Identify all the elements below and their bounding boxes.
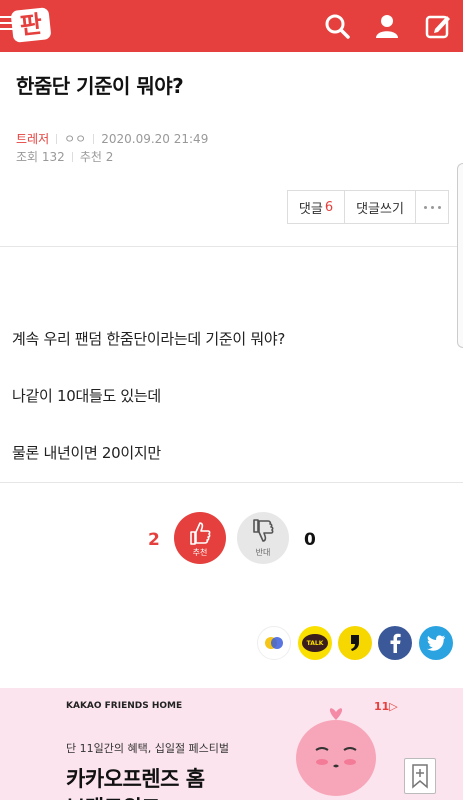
- search-icon[interactable]: [323, 12, 351, 40]
- logo-text: 판: [18, 9, 44, 41]
- recommend-count: 추천 2: [79, 150, 114, 164]
- pann-logo[interactable]: 판: [10, 7, 52, 43]
- kakaotalk-label: TALK: [302, 634, 328, 652]
- share-kakao-comma-icon[interactable]: [338, 626, 372, 660]
- share-twitter-icon[interactable]: [419, 626, 453, 660]
- view-count: 조회 132: [16, 150, 65, 164]
- downvote-count: 0: [304, 530, 316, 550]
- bookmark-add-icon: [412, 764, 428, 789]
- write-comment-label: 댓글쓰기: [356, 201, 404, 217]
- share-kakaostory-icon[interactable]: [257, 626, 291, 660]
- ad-subtitle: 단 11일간의 혜택, 십일절 페스티벌: [66, 742, 230, 755]
- post-title: 한줌단 기준이 뭐야?: [16, 74, 184, 98]
- upvote-button[interactable]: 추천: [174, 512, 226, 564]
- write-post-icon[interactable]: [424, 12, 452, 40]
- body-paragraph: 물론 내년이면 20이지만: [12, 444, 161, 462]
- bookmark-button[interactable]: [404, 758, 436, 794]
- share-facebook-icon[interactable]: [378, 626, 412, 660]
- advertisement-banner[interactable]: KAKAO FRIENDS HOME 11▷ 단 11일간의 혜택, 십일절 페…: [0, 688, 463, 800]
- content-divider: [0, 482, 463, 483]
- post-action-buttons: 댓글 6 댓글쓰기: [287, 190, 449, 224]
- thumbs-down-icon: [253, 519, 274, 542]
- apeach-character-image: [296, 708, 376, 796]
- author-nickname: ㅇㅇ: [64, 132, 87, 146]
- ad-headline: 카카오프렌즈 홈: [66, 767, 205, 791]
- more-dot: [437, 205, 441, 209]
- more-options-button[interactable]: [416, 191, 448, 223]
- body-paragraph: 나같이 10대들도 있는데: [12, 387, 161, 405]
- upvote-label: 추천: [192, 548, 208, 557]
- post-stats: 조회 132 추천 2: [16, 148, 113, 165]
- comments-button[interactable]: 댓글 6: [288, 191, 345, 223]
- thumbs-up-icon: [190, 522, 211, 545]
- comments-count: 6: [324, 199, 334, 215]
- content-divider: [0, 246, 463, 247]
- comments-label: 댓글: [298, 201, 323, 217]
- top-app-bar: 판: [0, 0, 463, 52]
- ad-brand: KAKAO FRIENDS HOME: [66, 701, 183, 711]
- body-paragraph: 계속 우리 팬덤 한줌단이라는데 기준이 뭐야?: [12, 330, 286, 348]
- user-icon[interactable]: [373, 12, 401, 40]
- ad-headline-2: 브랜드위크: [66, 792, 161, 800]
- downvote-label: 반대: [255, 548, 271, 557]
- meta-divider: [71, 152, 73, 162]
- post-datetime: 2020.09.20 21:49: [101, 132, 209, 146]
- downvote-button[interactable]: 반대: [237, 512, 289, 564]
- upvote-count: 2: [148, 530, 160, 550]
- more-dot: [430, 205, 434, 209]
- meta-divider: [56, 134, 58, 144]
- scrollbar[interactable]: [457, 163, 463, 348]
- post-meta: 트레저 ㅇㅇ 2020.09.20 21:49: [16, 130, 208, 147]
- share-kakaotalk-icon[interactable]: TALK: [298, 626, 332, 660]
- author-name[interactable]: 트레저: [16, 132, 49, 146]
- meta-divider: [93, 134, 95, 144]
- more-dot: [423, 205, 427, 209]
- write-comment-button[interactable]: 댓글쓰기: [345, 191, 416, 223]
